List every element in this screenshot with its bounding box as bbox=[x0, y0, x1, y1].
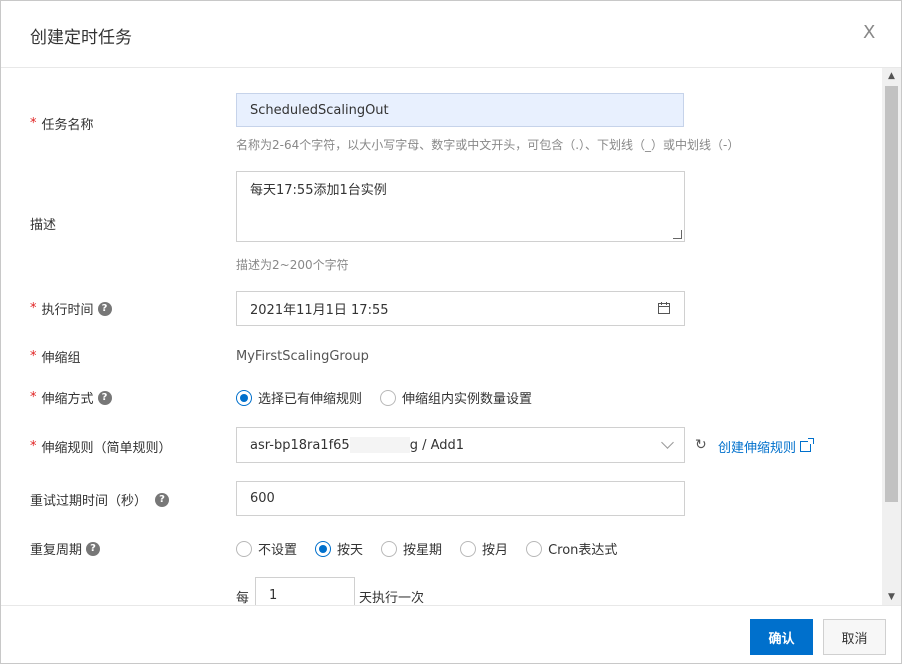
scaling-mode-label-text: 伸缩方式 bbox=[41, 392, 94, 407]
every-prefix: 每 bbox=[236, 591, 250, 605]
exec-time-value: 2021年11月1日 17:55 bbox=[250, 303, 389, 318]
description-hint: 描述为2~200个字符 bbox=[236, 258, 349, 272]
create-scaling-rule-link[interactable]: 创建伸缩规则 bbox=[718, 437, 815, 456]
calendar-icon[interactable] bbox=[658, 302, 670, 314]
scrollbar-thumb[interactable] bbox=[885, 86, 898, 502]
retry-timeout-label-text: 重试过期时间（秒） bbox=[30, 494, 148, 509]
scaling-rule-label: * 伸缩规则（简单规则） bbox=[30, 437, 172, 456]
radio-daily[interactable]: 按天 bbox=[315, 539, 363, 558]
retry-timeout-input[interactable]: 600 bbox=[236, 481, 685, 516]
scaling-group-label-text: 伸缩组 bbox=[41, 351, 81, 366]
resize-handle-icon[interactable] bbox=[673, 230, 682, 239]
scaling-mode-radio-group: 选择已有伸缩规则 伸缩组内实例数量设置 bbox=[236, 388, 550, 407]
confirm-button[interactable]: 确认 bbox=[750, 619, 813, 655]
repeat-label: 重复周期 ? bbox=[30, 539, 101, 558]
radio-weekly[interactable]: 按星期 bbox=[381, 539, 442, 558]
radio-label: 选择已有伸缩规则 bbox=[258, 392, 363, 407]
exec-time-picker[interactable]: 2021年11月1日 17:55 bbox=[236, 291, 685, 326]
scaling-rule-select[interactable]: asr-bp18ra1f65 g / Add1 bbox=[236, 427, 685, 463]
cancel-button[interactable]: 取消 bbox=[823, 619, 886, 655]
radio-unchecked-icon bbox=[526, 540, 543, 557]
exec-time-label-text: 执行时间 bbox=[41, 303, 94, 318]
scaling-rule-value-suffix: g / Add1 bbox=[409, 437, 465, 453]
every-suffix: 天执行一次 bbox=[359, 591, 425, 605]
radio-unchecked-icon bbox=[380, 389, 397, 406]
radio-checked-icon bbox=[315, 540, 332, 557]
radio-none[interactable]: 不设置 bbox=[236, 539, 297, 558]
scroll-up-arrow-icon[interactable]: ▲ bbox=[882, 68, 901, 84]
dialog-title: 创建定时任务 bbox=[30, 28, 132, 48]
external-link-icon bbox=[800, 438, 815, 452]
radio-label: 伸缩组内实例数量设置 bbox=[402, 392, 533, 407]
help-icon[interactable]: ? bbox=[97, 301, 112, 316]
required-mark: * bbox=[30, 116, 37, 131]
vertical-scrollbar[interactable]: ▲ ▼ bbox=[882, 68, 901, 605]
redacted-mask bbox=[349, 437, 410, 453]
required-mark: * bbox=[30, 390, 37, 405]
radio-unchecked-icon bbox=[460, 540, 477, 557]
task-name-input[interactable]: ScheduledScalingOut bbox=[236, 93, 684, 127]
description-label: 描述 bbox=[30, 218, 57, 233]
task-name-label-text: 任务名称 bbox=[41, 118, 94, 133]
description-value: 每天17:55添加1台实例 bbox=[250, 183, 387, 198]
task-name-hint: 名称为2-64个字符，以大小写字母、数字或中文开头，可包含（.）、下划线（_）或… bbox=[236, 138, 740, 152]
radio-unchecked-icon bbox=[236, 540, 252, 557]
repeat-radio-group: 不设置 按天 按星期 按月 Cron表达式 bbox=[236, 539, 635, 558]
refresh-icon[interactable]: ↻ bbox=[695, 437, 707, 453]
chevron-down-icon bbox=[661, 436, 674, 449]
scaling-group-value: MyFirstScalingGroup bbox=[236, 349, 369, 364]
radio-instance-count[interactable]: 伸缩组内实例数量设置 bbox=[380, 388, 532, 407]
task-name-label: * 任务名称 bbox=[30, 114, 94, 133]
description-textarea[interactable]: 每天17:55添加1台实例 bbox=[236, 171, 685, 242]
exec-time-label: * 执行时间 ? bbox=[30, 299, 112, 318]
radio-checked-icon bbox=[236, 389, 252, 406]
required-mark: * bbox=[30, 439, 37, 454]
help-icon[interactable]: ? bbox=[155, 492, 170, 507]
divider bbox=[1, 605, 901, 606]
scroll-down-arrow-icon[interactable]: ▼ bbox=[882, 589, 901, 605]
create-scaling-rule-link-text: 创建伸缩规则 bbox=[718, 441, 797, 456]
scaling-mode-label: * 伸缩方式 ? bbox=[30, 388, 112, 407]
retry-timeout-label: 重试过期时间（秒） ? bbox=[30, 490, 170, 509]
dialog-body: * 任务名称 ScheduledScalingOut 名称为2-64个字符，以大… bbox=[1, 68, 881, 605]
radio-unchecked-icon bbox=[381, 540, 398, 557]
radio-label: 按天 bbox=[337, 543, 364, 558]
help-icon[interactable]: ? bbox=[97, 390, 112, 405]
help-icon[interactable]: ? bbox=[86, 541, 101, 556]
radio-label: 不设置 bbox=[258, 543, 298, 558]
radio-label: 按月 bbox=[482, 543, 509, 558]
scaling-rule-value-prefix: asr-bp18ra1f65 bbox=[250, 437, 350, 453]
radio-label: Cron表达式 bbox=[548, 543, 618, 558]
every-interval-input[interactable]: 1 bbox=[255, 577, 355, 605]
scaling-rule-label-text: 伸缩规则（简单规则） bbox=[41, 441, 172, 456]
repeat-label-text: 重复周期 bbox=[30, 543, 83, 558]
radio-label: 按星期 bbox=[403, 543, 443, 558]
radio-cron[interactable]: Cron表达式 bbox=[526, 539, 617, 558]
required-mark: * bbox=[30, 301, 37, 316]
required-mark: * bbox=[30, 349, 37, 364]
scaling-group-label: * 伸缩组 bbox=[30, 347, 81, 366]
radio-monthly[interactable]: 按月 bbox=[460, 539, 508, 558]
radio-existing-rule[interactable]: 选择已有伸缩规则 bbox=[236, 388, 362, 407]
dialog: 创建定时任务 X * 任务名称 ScheduledScalingOut 名称为2… bbox=[0, 0, 902, 664]
close-icon[interactable]: X bbox=[863, 23, 875, 43]
